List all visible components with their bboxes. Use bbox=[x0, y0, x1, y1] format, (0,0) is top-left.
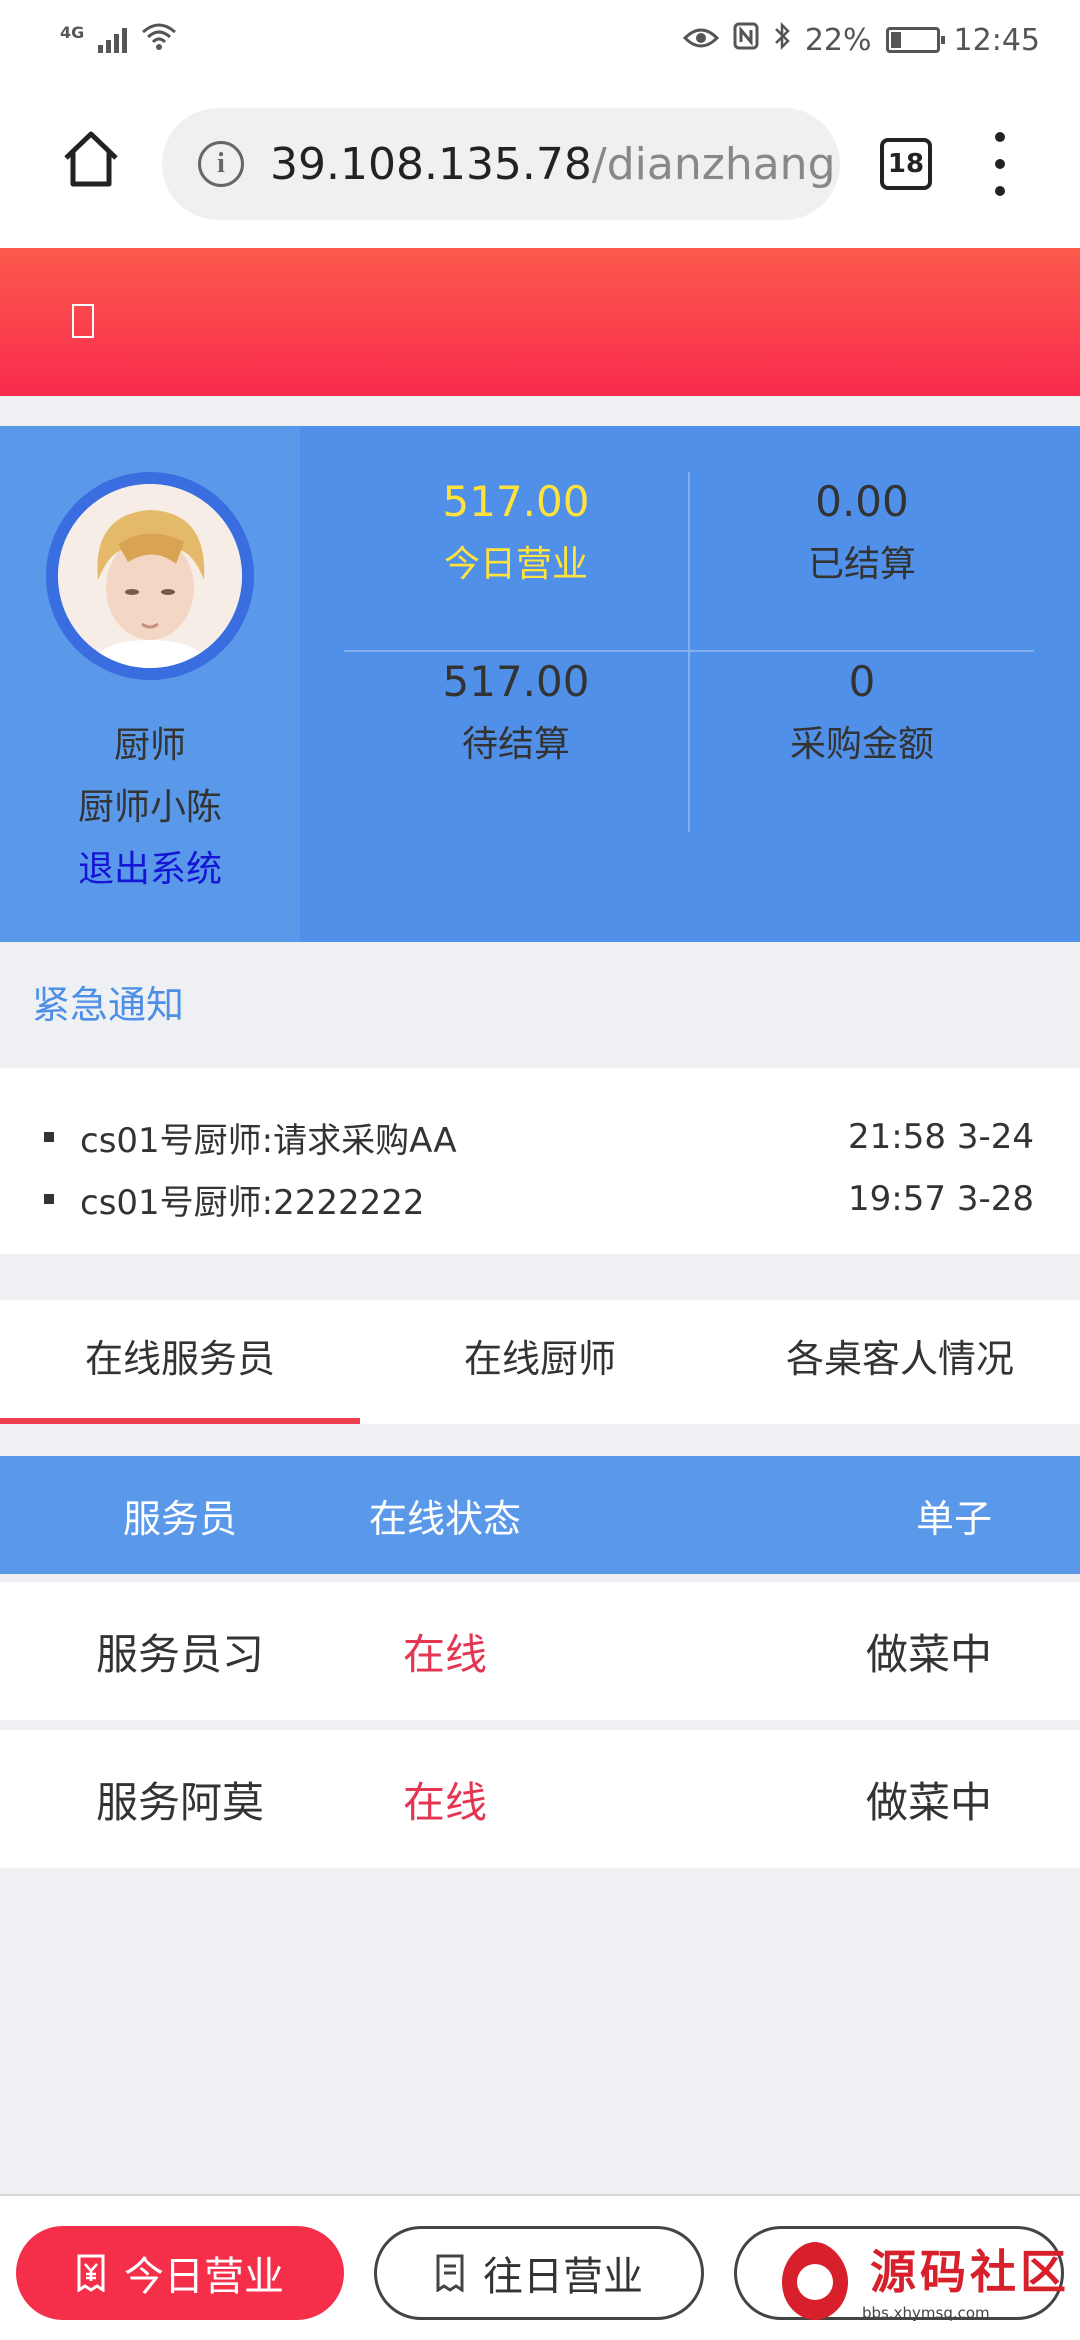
avatar bbox=[46, 472, 254, 680]
list-item[interactable]: cs01号厨师:2222222 19:57 3-28 bbox=[44, 1168, 1034, 1230]
table-row[interactable]: 服务员习 在线 做菜中 bbox=[0, 1582, 1080, 1720]
more-menu-icon[interactable] bbox=[980, 132, 1020, 196]
watermark-text: 源码社区 bbox=[870, 2245, 1070, 2299]
column-header-order: 单子 bbox=[915, 1496, 992, 1541]
cell-order: 做菜中 bbox=[865, 1629, 992, 1679]
stat-purchase-amount[interactable]: 0 采购金额 bbox=[690, 652, 1034, 772]
stat-label: 采购金额 bbox=[789, 724, 934, 765]
today-revenue-label: 今日营业 bbox=[124, 2254, 284, 2300]
cell-order: 做菜中 bbox=[865, 1777, 992, 1827]
eye-icon bbox=[682, 23, 719, 58]
today-revenue-button[interactable]: 今日营业 bbox=[16, 2226, 344, 2320]
info-icon[interactable]: i bbox=[198, 141, 244, 187]
network-type: 4G bbox=[60, 22, 85, 42]
clock: 12:45 bbox=[953, 22, 1040, 58]
wifi-icon bbox=[141, 22, 177, 58]
stat-value: 0.00 bbox=[815, 477, 909, 526]
watermark-url: bbs.xhymsq.com bbox=[862, 2304, 990, 2322]
bluetooth-icon bbox=[773, 21, 791, 59]
app-header bbox=[0, 248, 1080, 396]
tab-bar: 在线服务员 在线厨师 各桌客人情况 bbox=[0, 1300, 1080, 1424]
user-name: 厨师小陈 bbox=[77, 787, 222, 828]
cell-status: 在线 bbox=[402, 1629, 487, 1679]
list-item[interactable]: cs01号厨师:请求采购AA 21:58 3-24 bbox=[44, 1106, 1034, 1168]
receipt-yen-icon bbox=[76, 2254, 106, 2292]
stat-label: 今日营业 bbox=[443, 544, 588, 585]
logout-link[interactable]: 退出系统 bbox=[0, 840, 300, 892]
table-row[interactable]: 服务阿莫 在线 做菜中 bbox=[0, 1730, 1080, 1868]
cell-waiter: 服务阿莫 bbox=[95, 1777, 264, 1827]
stat-value: 517.00 bbox=[442, 477, 590, 526]
stat-pending[interactable]: 517.00 待结算 bbox=[344, 652, 688, 772]
tab-table-guests[interactable]: 各桌客人情况 bbox=[720, 1300, 1080, 1424]
notice-text: cs01号厨师:请求采购AA bbox=[44, 1113, 457, 1162]
past-revenue-label: 往日营业 bbox=[483, 2254, 643, 2300]
stat-value: 517.00 bbox=[442, 657, 590, 706]
url-path: /dianzhang bbox=[591, 138, 836, 190]
watermark-logo: 源码社区 bbs.xhymsq.com bbox=[770, 2236, 1070, 2332]
tab-online-waiters[interactable]: 在线服务员 bbox=[0, 1300, 360, 1424]
profile-panel: 厨师 厨师小陈 退出系统 517.00 今日营业 0.00 已结算 517.00… bbox=[0, 426, 1080, 942]
address-bar[interactable]: i 39.108.135.78/dianzhang bbox=[162, 108, 840, 220]
notice-time: 21:58 3-24 bbox=[848, 1117, 1034, 1157]
signal-icon bbox=[98, 27, 128, 53]
cell-status: 在线 bbox=[402, 1777, 487, 1827]
home-icon[interactable] bbox=[60, 130, 130, 200]
stat-settled[interactable]: 0.00 已结算 bbox=[690, 472, 1034, 592]
stat-today-revenue[interactable]: 517.00 今日营业 bbox=[344, 472, 688, 592]
receipt-icon bbox=[435, 2254, 465, 2292]
notice-time: 19:57 3-28 bbox=[848, 1179, 1034, 1219]
table-header: 服务员 在线状态 单子 bbox=[0, 1456, 1080, 1574]
nfc-icon bbox=[733, 22, 759, 58]
notice-list: cs01号厨师:请求采购AA 21:58 3-24 cs01号厨师:222222… bbox=[0, 1068, 1080, 1254]
tab-online-chefs[interactable]: 在线厨师 bbox=[360, 1300, 720, 1424]
column-header-status: 在线状态 bbox=[368, 1496, 521, 1541]
missing-glyph-icon[interactable] bbox=[72, 304, 94, 338]
status-bar: 4G 22% 12:45 bbox=[0, 0, 1080, 80]
user-role: 厨师 bbox=[113, 725, 186, 766]
notice-text: cs01号厨师:2222222 bbox=[44, 1175, 425, 1224]
stats-grid: 517.00 今日营业 0.00 已结算 517.00 待结算 0 采购金额 bbox=[300, 426, 1080, 942]
user-card: 厨师 厨师小陈 退出系统 bbox=[0, 426, 300, 942]
battery-icon bbox=[885, 27, 945, 53]
notice-title: 紧急通知 bbox=[0, 942, 1080, 1068]
browser-toolbar: i 39.108.135.78/dianzhang 18 bbox=[0, 80, 1080, 248]
tab-switcher-button[interactable]: 18 bbox=[880, 138, 932, 190]
stat-value: 0 bbox=[848, 657, 876, 706]
stat-label: 已结算 bbox=[807, 544, 916, 585]
column-header-waiter: 服务员 bbox=[122, 1496, 237, 1541]
past-revenue-button[interactable]: 往日营业 bbox=[374, 2226, 704, 2320]
battery-percent: 22% bbox=[804, 22, 872, 58]
stat-label: 待结算 bbox=[461, 724, 570, 765]
cell-waiter: 服务员习 bbox=[95, 1629, 264, 1679]
url-host: 39.108.135.78 bbox=[270, 138, 592, 190]
